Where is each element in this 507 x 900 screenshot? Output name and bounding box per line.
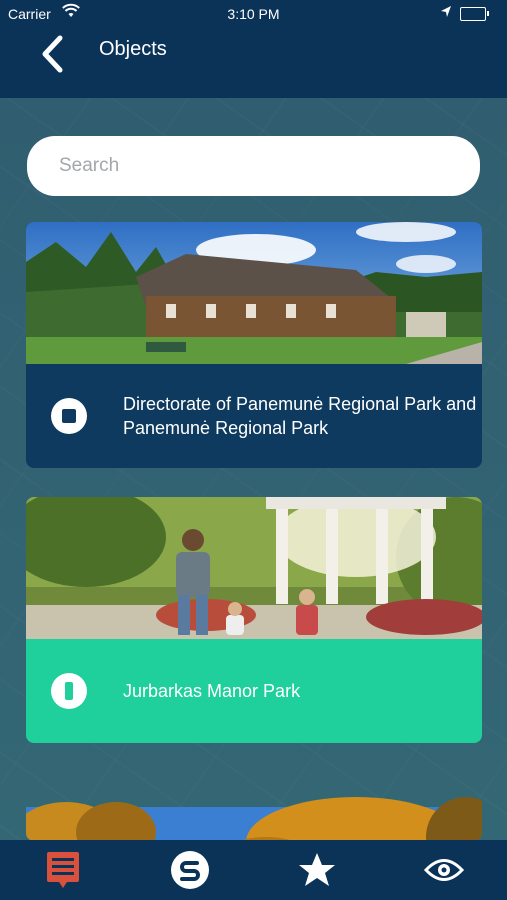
- s-logo-icon: [171, 851, 210, 889]
- wooden-manor-house-photo: [26, 222, 482, 364]
- tab-favorites[interactable]: [254, 840, 381, 900]
- chevron-left-icon: [42, 35, 63, 73]
- tab-s-logo[interactable]: [127, 840, 254, 900]
- list-icon: [47, 852, 80, 888]
- object-card-footer: Jurbarkas Manor Park: [26, 639, 482, 743]
- autumn-trees-photo: [26, 797, 482, 841]
- object-card-footer: Directorate of Panemunė Regional Park an…: [26, 364, 482, 468]
- tab-bar: [0, 840, 507, 900]
- page-title: Objects: [99, 38, 167, 60]
- object-card[interactable]: Directorate of Panemunė Regional Park an…: [26, 222, 482, 468]
- navigation-bar: Objects: [0, 28, 507, 98]
- back-button[interactable]: [30, 32, 74, 76]
- battery-icon: [460, 7, 489, 21]
- stop-square-icon: [51, 398, 87, 434]
- eye-icon: [423, 859, 464, 881]
- pause-bar-icon: [51, 673, 87, 709]
- object-title: Jurbarkas Manor Park: [123, 681, 301, 701]
- object-card[interactable]: [26, 771, 482, 841]
- status-time: 3:10 PM: [227, 6, 280, 22]
- park-family-walk-photo: [26, 497, 482, 639]
- object-title: Directorate of Panemunė Regional Park an…: [123, 394, 477, 438]
- tab-view[interactable]: [380, 840, 507, 900]
- location-arrow-icon: [440, 5, 452, 22]
- star-icon: [298, 853, 335, 886]
- object-card[interactable]: Jurbarkas Manor Park: [26, 497, 482, 743]
- tab-list[interactable]: [0, 840, 127, 900]
- status-bar: Carrier 3:10 PM: [0, 0, 507, 28]
- search-input[interactable]: [27, 136, 480, 196]
